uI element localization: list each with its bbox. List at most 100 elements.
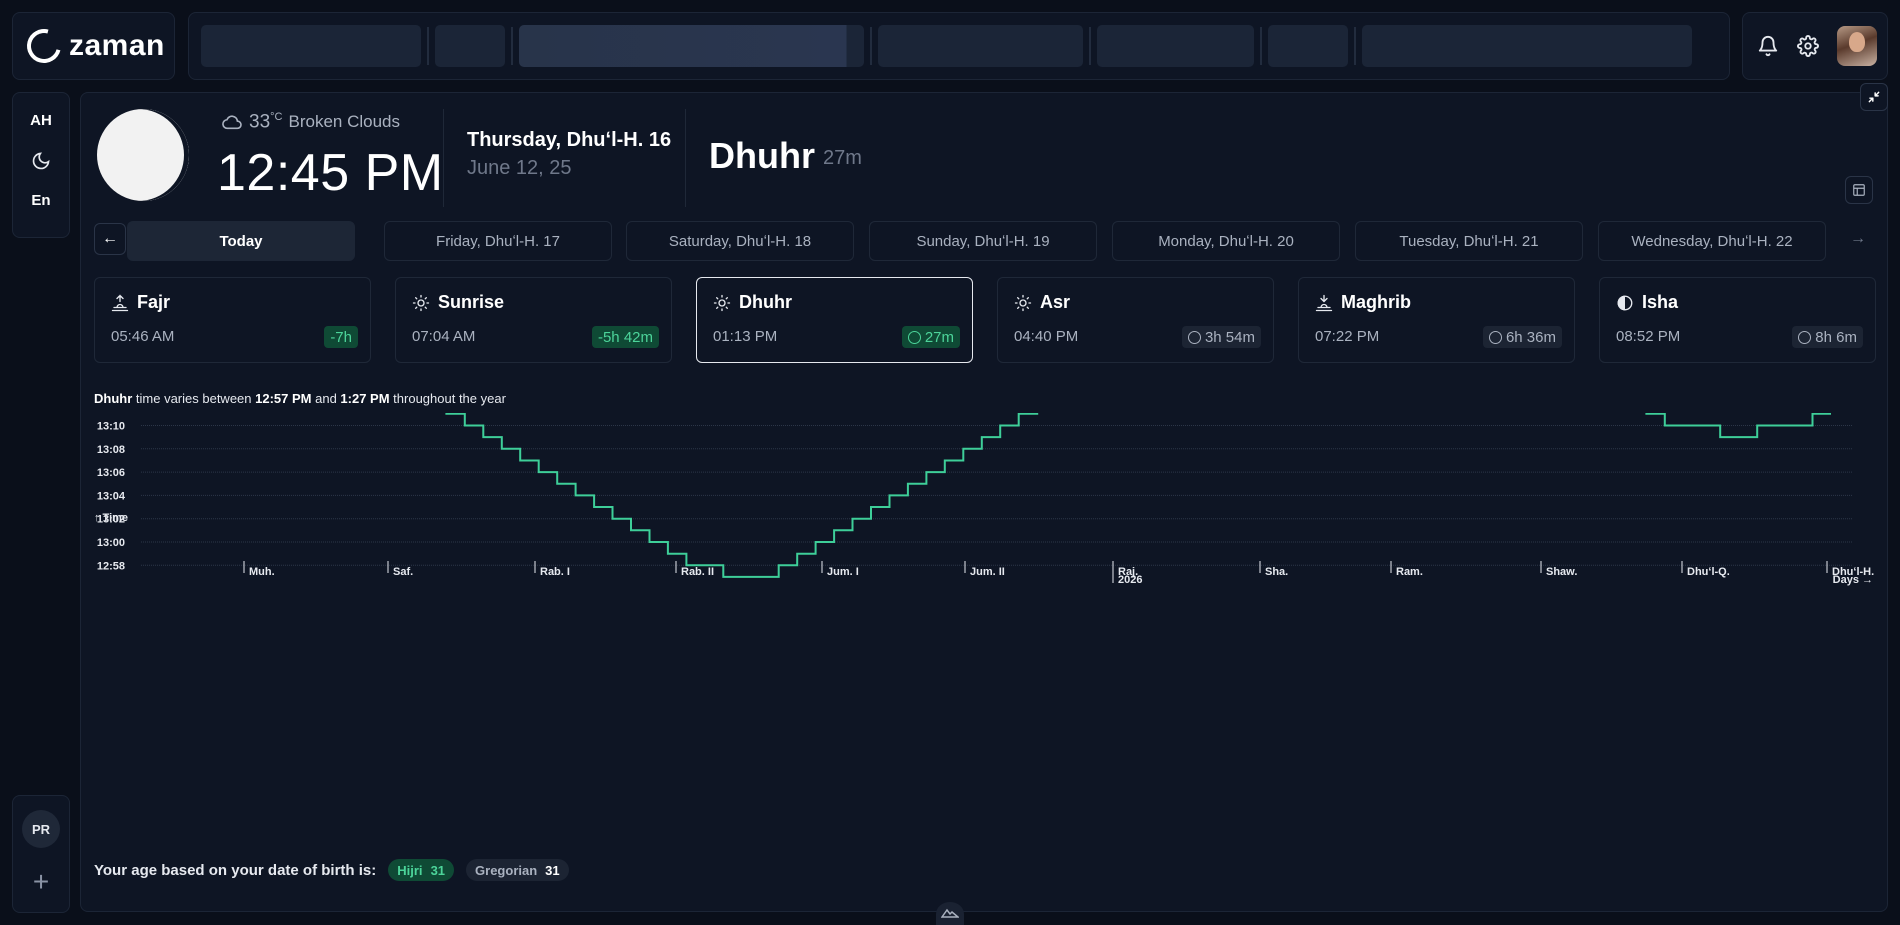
nav-divider xyxy=(511,27,513,65)
gear-icon[interactable] xyxy=(1797,35,1819,57)
prayer-time: 01:13 PM xyxy=(713,328,778,345)
user-avatar[interactable] xyxy=(1837,26,1877,66)
nav-skeleton xyxy=(435,25,505,67)
x-tick-label: Sha. xyxy=(1265,566,1288,578)
age-label: Your age based on your date of birth is: xyxy=(94,861,377,879)
y-tick-label: 13:06 xyxy=(97,467,125,479)
prayer-countdown-badge: 8h 6m xyxy=(1792,326,1863,348)
table-icon xyxy=(1853,184,1865,196)
prayer-card-fajr[interactable]: Fajr 05:46 AM -7h xyxy=(94,277,371,363)
day-tab[interactable]: Monday, Dhuʻl-H. 20 xyxy=(1112,221,1340,261)
prayer-time: 04:40 PM xyxy=(1014,328,1079,345)
prayer-time-chart: ↑ Time13:2613:2413:2213:2013:1813:1613:1… xyxy=(94,413,1874,586)
prayer-time: 07:04 AM xyxy=(412,328,476,345)
current-time: 12:45 PM xyxy=(217,144,444,202)
prayer-name: Fajr xyxy=(111,292,354,313)
sun-icon xyxy=(713,294,731,311)
prayer-name: Dhuhr xyxy=(713,292,956,313)
x-tick-year-label: 2026 xyxy=(1118,574,1142,586)
footer-logo-icon[interactable] xyxy=(936,902,964,925)
app-name: zaman xyxy=(69,29,165,62)
nav-divider xyxy=(1089,27,1091,65)
day-tab[interactable]: Tuesday, Dhuʻl-H. 21 xyxy=(1355,221,1583,261)
day-tab[interactable]: Sunday, Dhuʻl-H. 19 xyxy=(869,221,1097,261)
gregorian-age-badge: Gregorian 31 xyxy=(466,859,569,881)
x-tick-label: Jum. II xyxy=(970,566,1005,578)
clock-icon xyxy=(1798,330,1812,344)
prayer-card-dhuhr[interactable]: Dhuhr 01:13 PM 27m xyxy=(696,277,973,363)
top-nav-placeholder xyxy=(188,12,1730,80)
profile-badge[interactable]: PR xyxy=(22,810,60,848)
nav-skeleton xyxy=(519,25,864,67)
prayer-countdown-badge: 27m xyxy=(901,326,960,348)
sunset-icon xyxy=(1315,294,1333,311)
clock-icon xyxy=(1488,330,1502,344)
cloud-icon xyxy=(222,115,242,130)
weather: 33°C Broken Clouds xyxy=(221,111,400,133)
x-tick-label: Rab. II xyxy=(681,566,714,578)
prayer-time: 07:22 PM xyxy=(1315,328,1380,345)
clock-icon xyxy=(1187,330,1201,344)
prayer-countdown-badge: -5h 42m xyxy=(591,326,659,348)
x-tick-label: Muh. xyxy=(249,566,275,578)
prayer-name: Isha xyxy=(1616,292,1859,313)
sunrise-icon xyxy=(111,294,129,311)
prayer-card-asr[interactable]: Asr 04:40 PM 3h 54m xyxy=(997,277,1274,363)
x-tick-label: Dhuʻl-Q. xyxy=(1687,566,1730,578)
chart-caption: Dhuhr time varies between 12:57 PM and 1… xyxy=(94,391,506,406)
prayer-time: 08:52 PM xyxy=(1616,328,1681,345)
bell-icon[interactable] xyxy=(1757,35,1779,57)
x-tick-label: Shaw. xyxy=(1546,566,1577,578)
nav-divider xyxy=(427,27,429,65)
day-tab[interactable]: Today xyxy=(127,221,355,261)
x-tick-label: Jum. I xyxy=(827,566,859,578)
nav-skeleton xyxy=(201,25,421,67)
nav-skeleton xyxy=(1268,25,1348,67)
arrow-right-icon: → xyxy=(1850,230,1866,247)
y-tick-label: 13:04 xyxy=(97,490,126,502)
prayer-countdown-badge: 3h 54m xyxy=(1181,326,1261,348)
y-tick-label: 13:10 xyxy=(97,421,125,433)
prayer-name: Maghrib xyxy=(1315,292,1558,313)
day-tab[interactable]: Wednesday, Dhuʻl-H. 22 xyxy=(1598,221,1826,261)
moon-icon xyxy=(1617,295,1633,310)
current-prayer: Dhuhr xyxy=(709,135,815,176)
calendar-toggle[interactable]: AH xyxy=(30,111,52,131)
gregorian-date: June 12, 25 xyxy=(467,157,572,179)
age-row: Your age based on your date of birth is:… xyxy=(94,859,569,881)
prayer-card-isha[interactable]: Isha 08:52 PM 8h 6m xyxy=(1599,277,1876,363)
x-tick-label: Rab. I xyxy=(540,566,570,578)
left-rail-bottom: PR + xyxy=(12,795,70,913)
prayer-countdown-badge: -7h xyxy=(324,326,358,348)
y-tick-label: 13:00 xyxy=(97,537,125,549)
nav-skeleton xyxy=(1097,25,1254,67)
nav-divider xyxy=(870,27,872,65)
sun-icon xyxy=(1014,294,1032,311)
moon-phase-icon xyxy=(97,109,189,201)
dark-mode-moon-icon[interactable] xyxy=(31,151,51,171)
main-panel: 33°C Broken Clouds 12:45 PM Thursday, Dh… xyxy=(80,92,1888,912)
y-tick-label: 13:08 xyxy=(97,444,125,456)
day-tab[interactable]: Saturday, Dhuʻl-H. 18 xyxy=(626,221,854,261)
prev-day-button[interactable]: ← xyxy=(94,223,126,255)
table-view-button[interactable] xyxy=(1845,176,1873,204)
nav-divider xyxy=(1260,27,1262,65)
hijri-age-badge: Hijri 31 xyxy=(388,859,455,881)
weather-condition: Broken Clouds xyxy=(288,112,400,132)
nav-divider xyxy=(1354,27,1356,65)
next-day-button[interactable]: → xyxy=(1842,223,1874,255)
add-profile-icon[interactable]: + xyxy=(33,868,49,896)
language-toggle[interactable]: En xyxy=(31,191,50,211)
prayer-card-sunrise[interactable]: Sunrise 07:04 AM -5h 42m xyxy=(395,277,672,363)
day-tab[interactable]: Friday, Dhuʻl-H. 17 xyxy=(384,221,612,261)
logo-box[interactable]: zaman xyxy=(12,12,175,80)
arrow-left-icon: ← xyxy=(102,230,118,247)
prayer-card-maghrib[interactable]: Maghrib 07:22 PM 6h 36m xyxy=(1298,277,1575,363)
prayer-name: Asr xyxy=(1014,292,1257,313)
user-controls xyxy=(1742,12,1888,80)
hijri-date: Thursday, Dhuʻl-H. 16 xyxy=(467,129,672,151)
collapse-icon[interactable] xyxy=(1860,83,1888,111)
weather-temp: 33°C xyxy=(249,111,283,133)
prayer-time: 05:46 AM xyxy=(111,328,175,345)
current-prayer-remaining: 27m xyxy=(823,147,862,169)
